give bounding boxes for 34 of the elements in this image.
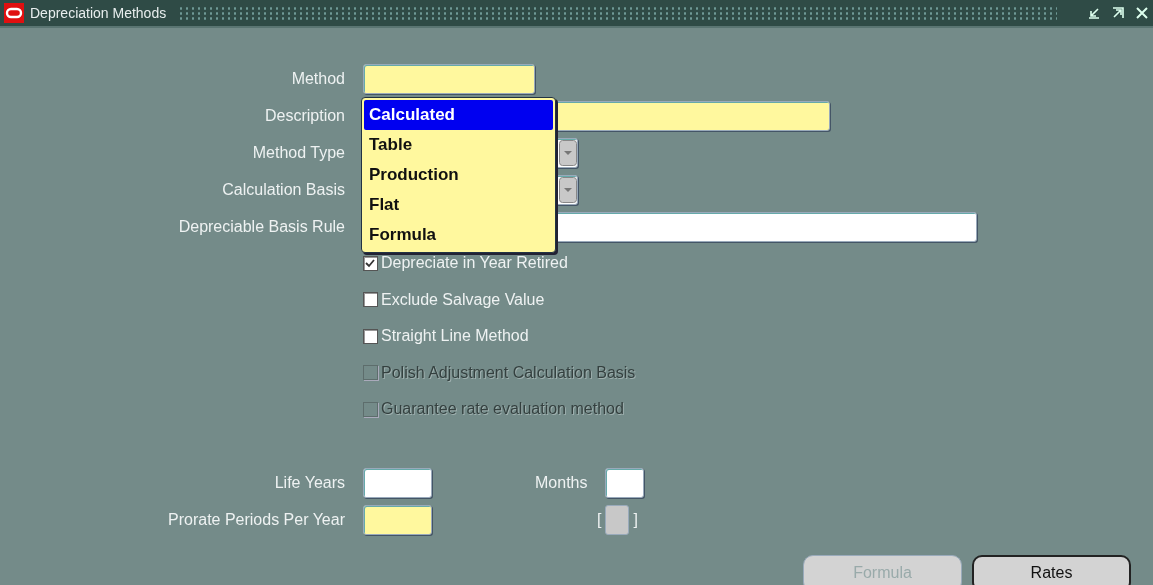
checkbox-label: Polish Adjustment Calculation Basis: [381, 363, 636, 382]
list-option[interactable]: Formula: [364, 220, 553, 250]
checkbox-label: Straight Line Method: [381, 327, 529, 346]
app-logo-icon: [4, 3, 24, 23]
list-option[interactable]: Table: [364, 130, 553, 160]
field-label: Method Type: [251, 143, 345, 162]
field-label: Months: [535, 474, 588, 492]
field-label: Method: [290, 69, 345, 88]
field-label: Calculation Basis: [221, 180, 345, 199]
close-icon[interactable]: [1135, 6, 1149, 20]
list-option[interactable]: Production: [364, 160, 553, 190]
minimize-icon[interactable]: [1087, 6, 1101, 20]
text-field[interactable]: [363, 505, 432, 535]
bracket: [: [597, 511, 602, 529]
list-option[interactable]: Flat: [364, 190, 553, 220]
checkbox[interactable]: [363, 328, 378, 344]
action-button[interactable]: Rates: [972, 554, 1131, 585]
maximize-icon[interactable]: [1111, 6, 1125, 20]
field-label: Depreciable Basis Rule: [177, 217, 345, 236]
checkbox[interactable]: [363, 255, 378, 271]
field-label: Description: [263, 106, 345, 125]
window-title: Depreciation Methods: [30, 5, 167, 21]
indicator-box: [605, 505, 630, 535]
field-label: Prorate Periods Per Year: [167, 511, 345, 529]
checkbox-label: Depreciate in Year Retired: [381, 254, 568, 273]
text-field[interactable]: [363, 468, 432, 498]
text-field[interactable]: [363, 63, 535, 94]
list-option[interactable]: Calculated: [364, 100, 553, 130]
checkbox[interactable]: [363, 292, 378, 308]
checkbox-label: Exclude Salvage Value: [381, 290, 545, 309]
bracket: ]: [633, 511, 638, 529]
checkbox-label: Guarantee rate evaluation method: [381, 400, 624, 419]
field-label: Life Years: [273, 474, 345, 492]
text-field[interactable]: [605, 468, 645, 498]
